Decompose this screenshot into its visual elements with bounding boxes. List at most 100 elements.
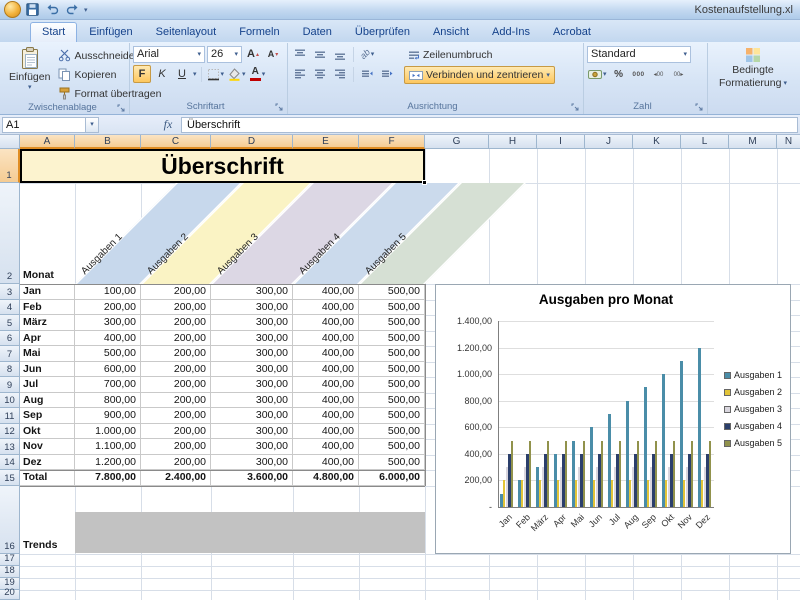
row-header-4[interactable]: 4 (0, 300, 20, 316)
shrink-font-button[interactable]: A▾ (264, 45, 282, 63)
cell-D14[interactable]: 300,00 (211, 455, 293, 471)
number-format-combo[interactable]: Standard ▾ (587, 46, 691, 63)
select-all-corner[interactable] (0, 135, 20, 149)
cell-D9[interactable]: 300,00 (211, 377, 293, 393)
cell-B4[interactable]: 200,00 (75, 300, 141, 316)
row-header-11[interactable]: 11 (0, 408, 20, 424)
cell-C11[interactable]: 200,00 (141, 408, 211, 424)
cell-B7[interactable]: 500,00 (75, 346, 141, 362)
cell-B6[interactable]: 400,00 (75, 331, 141, 347)
decrease-indent-button[interactable] (358, 65, 376, 83)
cell-F5[interactable]: 500,00 (359, 315, 425, 331)
dialog-launcher-font[interactable] (274, 103, 283, 112)
cell-C9[interactable]: 200,00 (141, 377, 211, 393)
percent-format-button[interactable]: % (610, 65, 628, 83)
column-header-F[interactable]: F (359, 135, 425, 149)
bold-button[interactable]: F (133, 65, 151, 83)
tab-einfuegen[interactable]: Einfügen (78, 23, 143, 42)
cell-D11[interactable]: 300,00 (211, 408, 293, 424)
name-box-dropdown[interactable]: ▾ (86, 117, 99, 133)
cell-F11[interactable]: 500,00 (359, 408, 425, 424)
column-header-C[interactable]: C (141, 135, 211, 149)
cell-A2[interactable]: Monat (20, 183, 75, 284)
align-left-button[interactable] (291, 65, 309, 83)
chevron-down-icon[interactable]: ▾ (193, 71, 197, 78)
cell-A10[interactable]: Aug (20, 393, 75, 409)
cell-C8[interactable]: 200,00 (141, 362, 211, 378)
cell-E7[interactable]: 400,00 (293, 346, 359, 362)
column-header-B[interactable]: B (75, 135, 141, 149)
row-header-10[interactable]: 10 (0, 393, 20, 409)
column-header-N[interactable]: N (777, 135, 800, 149)
cell-E10[interactable]: 400,00 (293, 393, 359, 409)
worksheet-grid[interactable]: ABCDEFGHIJKLMN12345678910111213141516171… (0, 135, 800, 600)
cell-E11[interactable]: 400,00 (293, 408, 359, 424)
row-header-8[interactable]: 8 (0, 362, 20, 378)
column-header-M[interactable]: M (729, 135, 777, 149)
cell-A8[interactable]: Jun (20, 362, 75, 378)
redo-button[interactable] (64, 1, 81, 18)
row-header-7[interactable]: 7 (0, 346, 20, 362)
cell-F13[interactable]: 500,00 (359, 439, 425, 455)
column-header-D[interactable]: D (211, 135, 293, 149)
cell-D6[interactable]: 300,00 (211, 331, 293, 347)
expense-chart[interactable]: Ausgaben pro Monat1.400,001.200,001.000,… (435, 284, 791, 554)
cell-B9[interactable]: 700,00 (75, 377, 141, 393)
increase-decimal-button[interactable]: ◂00 (650, 65, 668, 83)
cell-F8[interactable]: 500,00 (359, 362, 425, 378)
font-family-combo[interactable]: Arial ▾ (133, 46, 205, 63)
cell-D5[interactable]: 300,00 (211, 315, 293, 331)
comma-format-button[interactable]: 000 (630, 65, 648, 83)
currency-format-button[interactable]: ▾ (587, 65, 608, 83)
cell-C14[interactable]: 200,00 (141, 455, 211, 471)
cell-C10[interactable]: 200,00 (141, 393, 211, 409)
tab-seitenlayout[interactable]: Seitenlayout (145, 23, 228, 42)
cell-D12[interactable]: 300,00 (211, 424, 293, 440)
cell-D8[interactable]: 300,00 (211, 362, 293, 378)
formula-input[interactable]: Überschrift (181, 117, 798, 133)
cell-E14[interactable]: 400,00 (293, 455, 359, 471)
cell-E9[interactable]: 400,00 (293, 377, 359, 393)
tab-ansicht[interactable]: Ansicht (422, 23, 480, 42)
cell-D7[interactable]: 300,00 (211, 346, 293, 362)
cell-F10[interactable]: 500,00 (359, 393, 425, 409)
row-header-20[interactable]: 20 (0, 590, 20, 600)
cell-D15[interactable]: 3.600,00 (211, 470, 293, 486)
increase-indent-button[interactable] (378, 65, 396, 83)
cell-B13[interactable]: 1.100,00 (75, 439, 141, 455)
cell-E6[interactable]: 400,00 (293, 331, 359, 347)
cell-A9[interactable]: Jul (20, 377, 75, 393)
dialog-launcher-clipboard[interactable] (116, 104, 125, 113)
cell-B3[interactable]: 100,00 (75, 284, 141, 300)
column-header-J[interactable]: J (585, 135, 633, 149)
cell-E13[interactable]: 400,00 (293, 439, 359, 455)
cell-F15[interactable]: 6.000,00 (359, 470, 425, 486)
align-middle-button[interactable] (311, 45, 329, 63)
row-header-12[interactable]: 12 (0, 424, 20, 440)
cell-D3[interactable]: 300,00 (211, 284, 293, 300)
cell-B5[interactable]: 300,00 (75, 315, 141, 331)
orientation-button[interactable]: ab▾ (358, 45, 376, 63)
font-color-button[interactable]: A ▾ (249, 65, 267, 83)
row-header-1[interactable]: 1 (0, 149, 20, 183)
row-header-16[interactable]: 16 (0, 486, 20, 554)
row-header-5[interactable]: 5 (0, 315, 20, 331)
column-header-L[interactable]: L (681, 135, 729, 149)
row-header-15[interactable]: 15 (0, 470, 20, 486)
cell-A15[interactable]: Total (20, 470, 75, 486)
cell-C3[interactable]: 200,00 (141, 284, 211, 300)
italic-button[interactable]: K (153, 65, 171, 83)
office-button-icon[interactable] (4, 1, 21, 18)
dialog-launcher-number[interactable] (694, 103, 703, 112)
cell-C5[interactable]: 200,00 (141, 315, 211, 331)
align-right-button[interactable] (331, 65, 349, 83)
cell-A1-title[interactable]: Überschrift (20, 149, 425, 183)
cell-B15[interactable]: 7.800,00 (75, 470, 141, 486)
font-size-combo[interactable]: 26 ▾ (207, 46, 242, 63)
cell-F7[interactable]: 500,00 (359, 346, 425, 362)
tab-addins[interactable]: Add-Ins (481, 23, 541, 42)
column-header-A[interactable]: A (20, 135, 75, 149)
cell-B14[interactable]: 1.200,00 (75, 455, 141, 471)
cell-C15[interactable]: 2.400,00 (141, 470, 211, 486)
cell-D4[interactable]: 300,00 (211, 300, 293, 316)
